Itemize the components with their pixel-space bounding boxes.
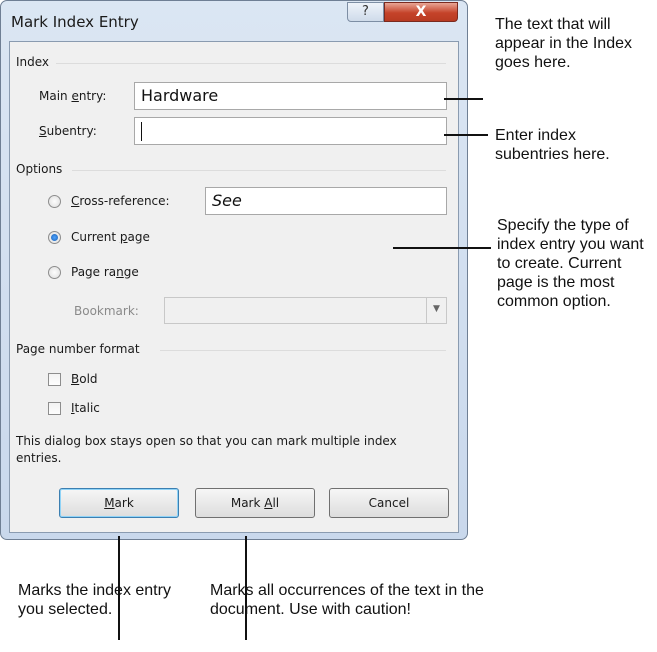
index-group-label: Index: [16, 55, 50, 69]
callout-subentries: Enter index subentries here.: [495, 127, 610, 163]
main-entry-input[interactable]: Hardware: [134, 82, 447, 110]
callout-mark-all: Marks all occurrences of the text in the…: [210, 582, 484, 618]
callout-index-text: The text that will appear in the Index g…: [495, 16, 632, 71]
page-number-format-divider: [160, 350, 446, 351]
help-icon: ?: [362, 4, 369, 19]
page-range-radio[interactable]: [48, 266, 61, 279]
chevron-down-icon: ▼: [426, 298, 446, 323]
index-group-divider: [56, 63, 446, 64]
callout-line-option-type: [393, 247, 491, 249]
subentry-input[interactable]: [134, 117, 447, 145]
options-group-label: Options: [16, 162, 63, 176]
callout-line-subentry: [444, 134, 488, 136]
info-text: This dialog box stays open so that you c…: [16, 434, 397, 465]
bookmark-dropdown[interactable]: ▼: [164, 297, 447, 324]
bold-checkbox[interactable]: [48, 373, 61, 386]
cross-reference-label: Cross-reference:: [71, 194, 170, 208]
page-range-label: Page range: [71, 265, 139, 279]
callout-option-type: Specify the type of index entry you want…: [497, 217, 644, 310]
text-cursor: [141, 122, 142, 141]
options-group-divider: [72, 170, 446, 171]
mark-all-button[interactable]: Mark All: [195, 488, 315, 518]
main-entry-label: Main entry:: [39, 89, 107, 103]
page-number-format-label: Page number format: [16, 342, 140, 356]
help-button[interactable]: ?: [347, 2, 384, 22]
bold-label: Bold: [71, 372, 98, 386]
dialog-title: Mark Index Entry: [11, 13, 139, 31]
title-bar: Mark Index Entry ? X: [1, 1, 467, 41]
dialog-body: Index Main entry: Hardware Subentry: Opt…: [9, 41, 459, 533]
cancel-button[interactable]: Cancel: [329, 488, 449, 518]
callout-mark: Marks the index entry you selected.: [18, 582, 171, 618]
cross-reference-input[interactable]: See: [205, 187, 447, 215]
mark-button[interactable]: Mark: [59, 488, 179, 518]
dialog-window: Mark Index Entry ? X Index Main entry: H…: [0, 0, 468, 540]
close-button[interactable]: X: [384, 2, 458, 22]
bookmark-label: Bookmark:: [74, 304, 139, 318]
close-icon: X: [415, 4, 427, 20]
callout-line-main-entry: [444, 98, 483, 100]
cross-reference-radio[interactable]: [48, 195, 61, 208]
subentry-label: Subentry:: [39, 124, 97, 138]
current-page-radio[interactable]: [48, 231, 61, 244]
italic-checkbox[interactable]: [48, 402, 61, 415]
current-page-label: Current page: [71, 230, 150, 244]
italic-label: Italic: [71, 401, 100, 415]
